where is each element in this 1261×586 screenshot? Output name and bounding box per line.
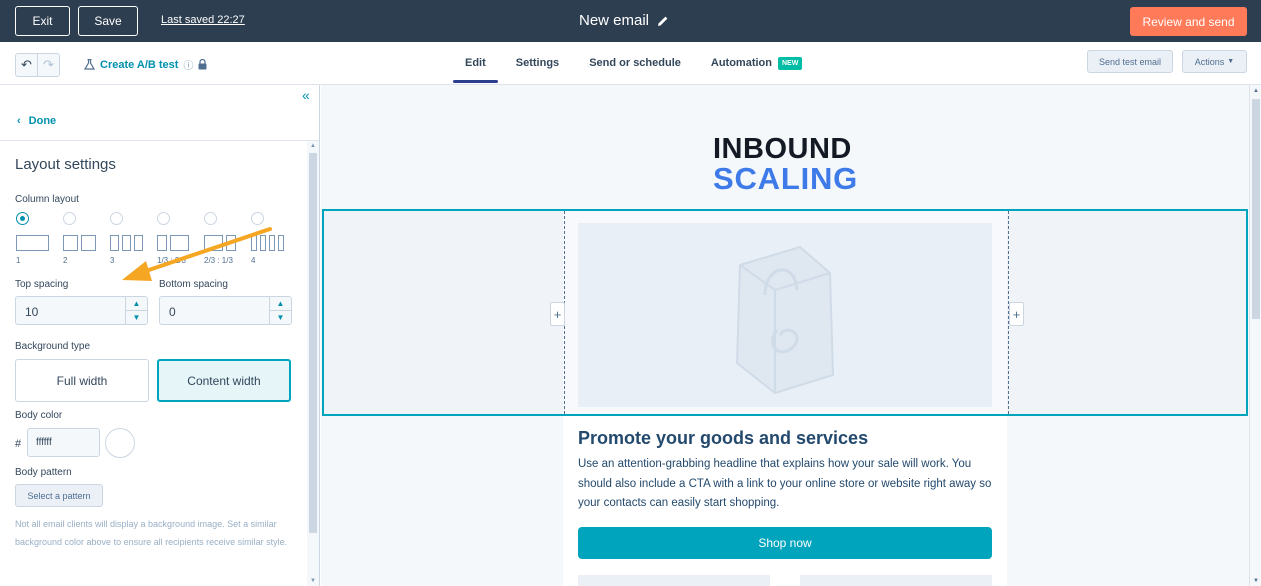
layout-settings-panel: « ‹ Done ▲ ▼ Layout settings Column layo…: [0, 85, 320, 586]
actions-label: Actions: [1194, 56, 1225, 67]
column-layout-label: Column layout: [15, 194, 79, 205]
layout-radio-1-3-2-3[interactable]: [157, 212, 170, 225]
top-bar: Exit Save Last saved 22:27 New email Rev…: [0, 0, 1261, 42]
add-column-left-button[interactable]: +: [550, 302, 565, 326]
body-color-label: Body color: [15, 410, 63, 421]
background-note: Not all email clients will display a bac…: [15, 519, 288, 547]
tab-label: Send or schedule: [589, 57, 681, 69]
color-swatch[interactable]: [105, 428, 135, 458]
logo-line-2: SCALING: [713, 161, 859, 196]
top-spacing-stepper: ▲ ▼: [125, 297, 147, 324]
info-icon[interactable]: ⓘ: [183, 57, 193, 72]
scroll-down-icon[interactable]: ▼: [1253, 578, 1259, 584]
background-type-label: Background type: [15, 341, 91, 352]
hash-symbol: #: [15, 438, 22, 450]
tab-label: Automation: [710, 57, 772, 69]
top-spacing-input[interactable]: 10 ▲ ▼: [15, 296, 148, 325]
scroll-up-icon[interactable]: ▲: [310, 143, 316, 149]
layout-2-icon[interactable]: [63, 235, 96, 251]
tab-label: Edit: [465, 57, 486, 69]
top-spacing-value: 10: [25, 305, 39, 319]
layout-radio-1[interactable]: [16, 212, 29, 225]
last-saved-link[interactable]: Last saved 22:27: [161, 14, 245, 26]
editor-tabs: Edit Settings Send or schedule Automatio…: [450, 42, 817, 84]
product-card-left[interactable]: [578, 575, 770, 586]
promo-headline[interactable]: Promote your goods and services: [578, 428, 868, 449]
tab-settings[interactable]: Settings: [501, 42, 574, 84]
scroll-thumb[interactable]: [1252, 99, 1260, 319]
exit-button[interactable]: Exit: [15, 6, 70, 36]
tab-automation[interactable]: Automation NEW: [696, 42, 817, 84]
tab-send-or-schedule[interactable]: Send or schedule: [574, 42, 696, 84]
add-column-right-button[interactable]: +: [1009, 302, 1024, 326]
flask-icon: [84, 59, 95, 70]
body-color-input[interactable]: ffffff: [27, 428, 100, 457]
tab-edit[interactable]: Edit: [450, 42, 501, 84]
ab-test-label: Create A/B test: [100, 58, 179, 71]
collapse-panel-icon[interactable]: «: [302, 87, 310, 103]
increment-icon[interactable]: ▲: [270, 297, 291, 310]
lock-icon: [198, 59, 207, 70]
layout-label-2: 2: [63, 256, 68, 265]
layout-label-3: 3: [110, 256, 115, 265]
layout-radio-2-3-1-3[interactable]: [204, 212, 217, 225]
full-width-button[interactable]: Full width: [15, 359, 149, 402]
send-test-email-button[interactable]: Send test email: [1087, 50, 1173, 73]
inbound-scaling-logo[interactable]: INBOUND SCALING: [713, 133, 859, 196]
redo-icon[interactable]: ↷: [37, 54, 59, 76]
logo-line-1: INBOUND: [713, 133, 852, 165]
scroll-up-icon[interactable]: ▲: [1253, 88, 1259, 94]
pencil-icon[interactable]: [657, 15, 669, 27]
panel-heading: Layout settings: [15, 156, 116, 173]
product-card-right[interactable]: [800, 575, 992, 586]
bottom-spacing-value: 0: [169, 305, 176, 319]
selected-section[interactable]: + +: [322, 209, 1248, 416]
content-width-button[interactable]: Content width: [157, 359, 291, 402]
undo-icon[interactable]: ↶: [16, 54, 37, 76]
actions-dropdown[interactable]: Actions ▼: [1182, 50, 1247, 73]
decrement-icon[interactable]: ▼: [270, 310, 291, 323]
layout-label-1: 1: [16, 256, 21, 265]
tab-label: Settings: [515, 57, 560, 69]
email-canvas: INBOUND SCALING Promote your goods and s…: [321, 85, 1249, 586]
done-label: Done: [28, 115, 57, 127]
decrement-icon[interactable]: ▼: [126, 310, 147, 323]
scroll-thumb[interactable]: [309, 153, 317, 533]
review-and-send-button[interactable]: Review and send: [1130, 7, 1247, 36]
bottom-spacing-stepper: ▲ ▼: [269, 297, 291, 324]
scroll-down-icon[interactable]: ▼: [310, 578, 316, 584]
increment-icon[interactable]: ▲: [126, 297, 147, 310]
layout-radio-3[interactable]: [110, 212, 123, 225]
chevron-left-icon: ‹: [17, 115, 21, 127]
body-pattern-label: Body pattern: [15, 467, 72, 478]
new-badge: NEW: [778, 56, 803, 70]
email-title-group: New email: [579, 12, 669, 29]
panel-scrollbar[interactable]: ▲ ▼: [307, 141, 319, 586]
done-row: ‹ Done: [0, 103, 319, 141]
done-link[interactable]: ‹ Done: [17, 115, 56, 127]
layout-radio-4[interactable]: [251, 212, 264, 225]
select-pattern-button[interactable]: Select a pattern: [15, 484, 103, 507]
layout-radio-2[interactable]: [63, 212, 76, 225]
bottom-spacing-input[interactable]: 0 ▲ ▼: [159, 296, 292, 325]
shop-now-button[interactable]: Shop now: [578, 527, 992, 559]
undo-redo-group: ↶ ↷: [15, 53, 60, 77]
canvas-scrollbar[interactable]: ▲ ▼: [1249, 85, 1261, 586]
save-button[interactable]: Save: [78, 6, 138, 36]
layout-1-icon[interactable]: [16, 235, 49, 251]
email-title[interactable]: New email: [579, 12, 649, 29]
create-ab-test-link[interactable]: Create A/B test ⓘ: [84, 57, 207, 72]
annotation-arrow-icon: [122, 227, 272, 281]
caret-down-icon: ▼: [1227, 58, 1235, 65]
editor-toolbar: ↶ ↷ Create A/B test ⓘ Edit Settings Send…: [0, 42, 1261, 85]
promo-body-text[interactable]: Use an attention-grabbing headline that …: [578, 455, 992, 514]
top-spacing-label: Top spacing: [15, 279, 69, 290]
